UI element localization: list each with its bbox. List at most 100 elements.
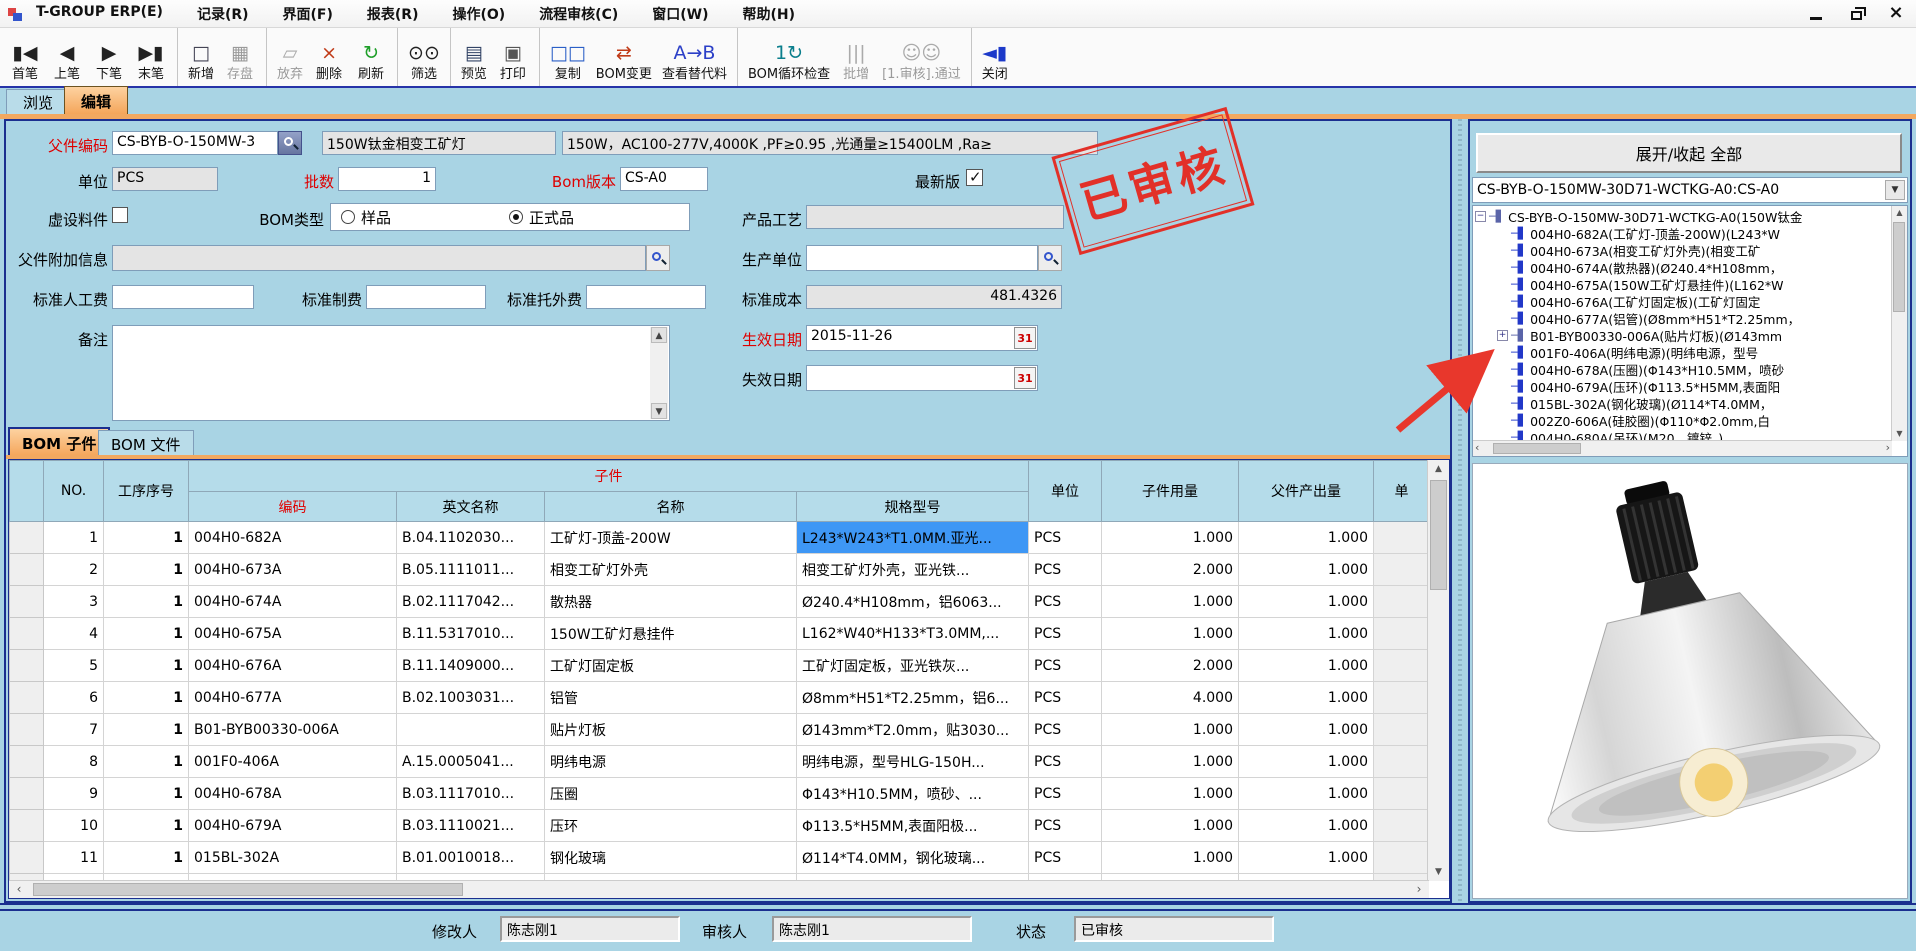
tree-item[interactable]: ─▋ 002Z0-606A(硅胶圈)(Φ110*Φ2.0mm,白	[1475, 412, 1889, 429]
cell-code[interactable]: 001F0-406A	[189, 746, 397, 778]
cell-code[interactable]: 004H0-677A	[189, 682, 397, 714]
scrollbar-thumb[interactable]	[33, 883, 463, 896]
cell-spec[interactable]: 工矿灯固定板，亚光铁灰...	[797, 650, 1029, 682]
cell-seq[interactable]: 1	[104, 586, 189, 618]
toolbar-button[interactable]: A→B 查看替代料	[657, 28, 732, 86]
scrollbar-thumb[interactable]	[1493, 443, 1581, 454]
cell-name[interactable]: 工矿灯-顶盖-200W	[545, 522, 797, 554]
cell-code[interactable]: B01-BYB00330-006A	[189, 714, 397, 746]
cell-qty[interactable]: 1.000	[1102, 746, 1239, 778]
effective-date-input[interactable]: 2015-11-26	[806, 325, 1038, 351]
toolbar-button[interactable]: ▦ 存盘	[219, 28, 261, 86]
cell-name[interactable]: 150W工矿灯悬挂件	[545, 618, 797, 650]
menu-item[interactable]: 界面(F)	[283, 4, 333, 24]
col-name[interactable]: 名称	[545, 492, 797, 522]
table-vertical-scrollbar[interactable]: ▲ ▼	[1427, 460, 1449, 881]
bom-version-dropdown[interactable]: CS-BYB-O-150MW-30D71-WCTKG-A0:CS-A0 ▼	[1472, 177, 1908, 203]
latest-version-checkbox[interactable]	[966, 169, 983, 186]
bom-version-input[interactable]: CS-A0	[620, 167, 708, 191]
cell-seq[interactable]: 1	[104, 746, 189, 778]
tree-item[interactable]: ─▋ 004H0-675A(150W工矿灯悬挂件)(L162*W	[1475, 276, 1889, 293]
cell-unit[interactable]: PCS	[1029, 554, 1102, 586]
menu-item[interactable]: 记录(R)	[197, 4, 249, 24]
table-row[interactable]: 11 1 015BL-302A B.01.0010018... 钢化玻璃 Ø11…	[10, 842, 1430, 874]
cell-en-name[interactable]: B.11.5317010...	[397, 618, 545, 650]
tree-expander[interactable]: +	[1497, 330, 1508, 341]
cell-en-name[interactable]: B.03.1117010...	[397, 778, 545, 810]
cell-parent-qty[interactable]: 1.000	[1239, 682, 1374, 714]
cell-en-name[interactable]: B.04.1102030...	[397, 522, 545, 554]
cell-no[interactable]: 4	[44, 618, 104, 650]
expire-date-calendar-button[interactable]: 31	[1014, 367, 1036, 389]
menu-item[interactable]: 流程审核(C)	[539, 4, 618, 24]
tab-bom-child[interactable]: BOM 子件	[8, 427, 110, 457]
effective-date-calendar-button[interactable]: 31	[1014, 327, 1036, 349]
cell-qty[interactable]: 1.000	[1102, 842, 1239, 874]
parent-code-lookup-button[interactable]	[278, 131, 302, 155]
tab-edit[interactable]: 编辑	[64, 86, 128, 115]
cell-spec[interactable]: 明纬电源，型号HLG-150H...	[797, 746, 1029, 778]
cell-spec[interactable]: Ø114*T4.0MM，钢化玻璃...	[797, 842, 1029, 874]
toolbar-button[interactable]: ▮◀ 首笔	[4, 28, 46, 86]
tree-item[interactable]: ─▋ 004H0-674A(散热器)(Ø240.4*H108mm，	[1475, 259, 1889, 276]
cell-no[interactable]: 1	[44, 522, 104, 554]
cell-en-name[interactable]: B.05.1111011...	[397, 554, 545, 586]
tree-item[interactable]: ─▋ 015BL-302A(钢化玻璃)(Ø114*T4.0MM，	[1475, 395, 1889, 412]
cell-spec[interactable]: Φ143*H10.5MM，喷砂、...	[797, 778, 1029, 810]
cell-unit[interactable]: PCS	[1029, 714, 1102, 746]
table-row[interactable]: 9 1 004H0-678A B.03.1117010... 压圈 Φ143*H…	[10, 778, 1430, 810]
col-qty[interactable]: 子件用量	[1102, 461, 1239, 522]
cell-no[interactable]: 8	[44, 746, 104, 778]
toolbar-button[interactable]: ▶▮ 末笔	[130, 28, 172, 86]
tree-item[interactable]: − ─▋ CS-BYB-O-150MW-30D71-WCTKG-A0(150W钛…	[1475, 208, 1889, 225]
cell-name[interactable]: 工矿灯固定板	[545, 650, 797, 682]
cell-seq[interactable]: 1	[104, 650, 189, 682]
toolbar-button[interactable]: ↻ 刷新	[350, 28, 392, 86]
table-row[interactable]: 3 1 004H0-674A B.02.1117042... 散热器 Ø240.…	[10, 586, 1430, 618]
cell-qty[interactable]: 1.000	[1102, 618, 1239, 650]
cell-unit[interactable]: PCS	[1029, 586, 1102, 618]
remark-scrollbar[interactable]: ▲▼	[650, 327, 668, 419]
table-row[interactable]: 5 1 004H0-676A B.11.1409000... 工矿灯固定板 工矿…	[10, 650, 1430, 682]
cell-seq[interactable]: 1	[104, 714, 189, 746]
cell-parent-qty[interactable]: 1.000	[1239, 778, 1374, 810]
cell-no[interactable]: 3	[44, 586, 104, 618]
tree-item[interactable]: ─▋ 004H0-682A(工矿灯-顶盖-200W)(L243*W	[1475, 225, 1889, 242]
col-no[interactable]: NO.	[44, 461, 104, 522]
cell-no[interactable]: 10	[44, 810, 104, 842]
menu-item[interactable]: 帮助(H)	[743, 4, 796, 24]
cell-qty[interactable]: 1.000	[1102, 714, 1239, 746]
cell-qty[interactable]: 2.000	[1102, 554, 1239, 586]
cell-parent-qty[interactable]: 1.000	[1239, 650, 1374, 682]
cell-name[interactable]: 散热器	[545, 586, 797, 618]
cell-seq[interactable]: 1	[104, 618, 189, 650]
toolbar-button[interactable]: ▤ 预览	[450, 28, 492, 86]
cell-en-name[interactable]: B.03.1110021...	[397, 810, 545, 842]
menu-item[interactable]: 窗口(W)	[652, 4, 708, 24]
cell-unit[interactable]: PCS	[1029, 810, 1102, 842]
cell-en-name[interactable]: B.01.0010018...	[397, 842, 545, 874]
parent-extra-lookup-button[interactable]	[646, 245, 670, 271]
cell-spec[interactable]: 相变工矿灯外壳，亚光铁...	[797, 554, 1029, 586]
cell-name[interactable]: 铝管	[545, 682, 797, 714]
tree-horizontal-scrollbar[interactable]: ‹ ›	[1473, 440, 1892, 456]
toolbar-button[interactable]: ⇄ BOM变更	[591, 28, 657, 86]
cell-unit[interactable]: PCS	[1029, 842, 1102, 874]
panel-splitter[interactable]	[1452, 119, 1468, 903]
cell-code[interactable]: 004H0-674A	[189, 586, 397, 618]
close-button[interactable]: ×	[1886, 3, 1906, 23]
cell-spec[interactable]: Ø240.4*H108mm，铝6063...	[797, 586, 1029, 618]
cell-unit[interactable]: PCS	[1029, 618, 1102, 650]
expire-date-input[interactable]	[806, 365, 1038, 391]
table-row[interactable]: 10 1 004H0-679A B.03.1110021... 压环 Φ113.…	[10, 810, 1430, 842]
cell-code[interactable]: 004H0-675A	[189, 618, 397, 650]
cell-en-name[interactable]	[397, 714, 545, 746]
col-en-name[interactable]: 英文名称	[397, 492, 545, 522]
cell-en-name[interactable]: B.02.1117042...	[397, 586, 545, 618]
cell-spec[interactable]: Ø143mm*T2.0mm，贴3030...	[797, 714, 1029, 746]
batch-input[interactable]: 1	[338, 167, 436, 191]
cell-spec[interactable]: L162*W40*H133*T3.0MM,...	[797, 618, 1029, 650]
cell-en-name[interactable]: B.02.1003031...	[397, 682, 545, 714]
cell-qty[interactable]: 1.000	[1102, 778, 1239, 810]
cell-name[interactable]: 相变工矿灯外壳	[545, 554, 797, 586]
